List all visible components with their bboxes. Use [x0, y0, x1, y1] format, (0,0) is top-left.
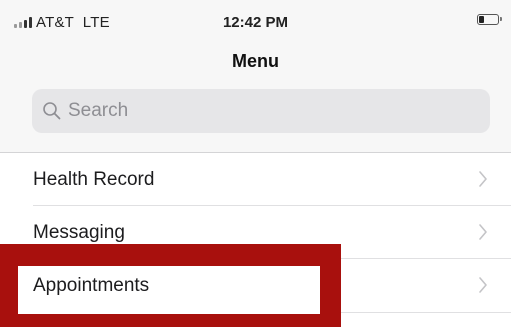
- search-bar[interactable]: [32, 89, 490, 133]
- page-title: Menu: [232, 51, 279, 71]
- menu-item-label: Messaging: [33, 222, 125, 243]
- chevron-right-icon: [479, 171, 487, 187]
- menu-item-label: Health Record: [33, 169, 155, 190]
- battery-icon: [477, 14, 502, 25]
- status-time: 12:42 PM: [222, 14, 289, 31]
- row-divider: [341, 312, 511, 313]
- battery-level: [479, 16, 484, 23]
- status-bar: AT&T LTE 12:42 PM: [0, 0, 511, 40]
- search-icon: [43, 102, 61, 120]
- search-input[interactable]: [68, 89, 468, 133]
- chevron-right-icon: [479, 277, 487, 293]
- menu-item-health-record[interactable]: Health Record: [0, 153, 511, 206]
- chevron-right-icon: [479, 224, 487, 240]
- battery-tip: [500, 17, 502, 21]
- menu-item-appointments[interactable]: Appointments: [0, 259, 511, 312]
- menu-item-label: Appointments: [33, 275, 150, 296]
